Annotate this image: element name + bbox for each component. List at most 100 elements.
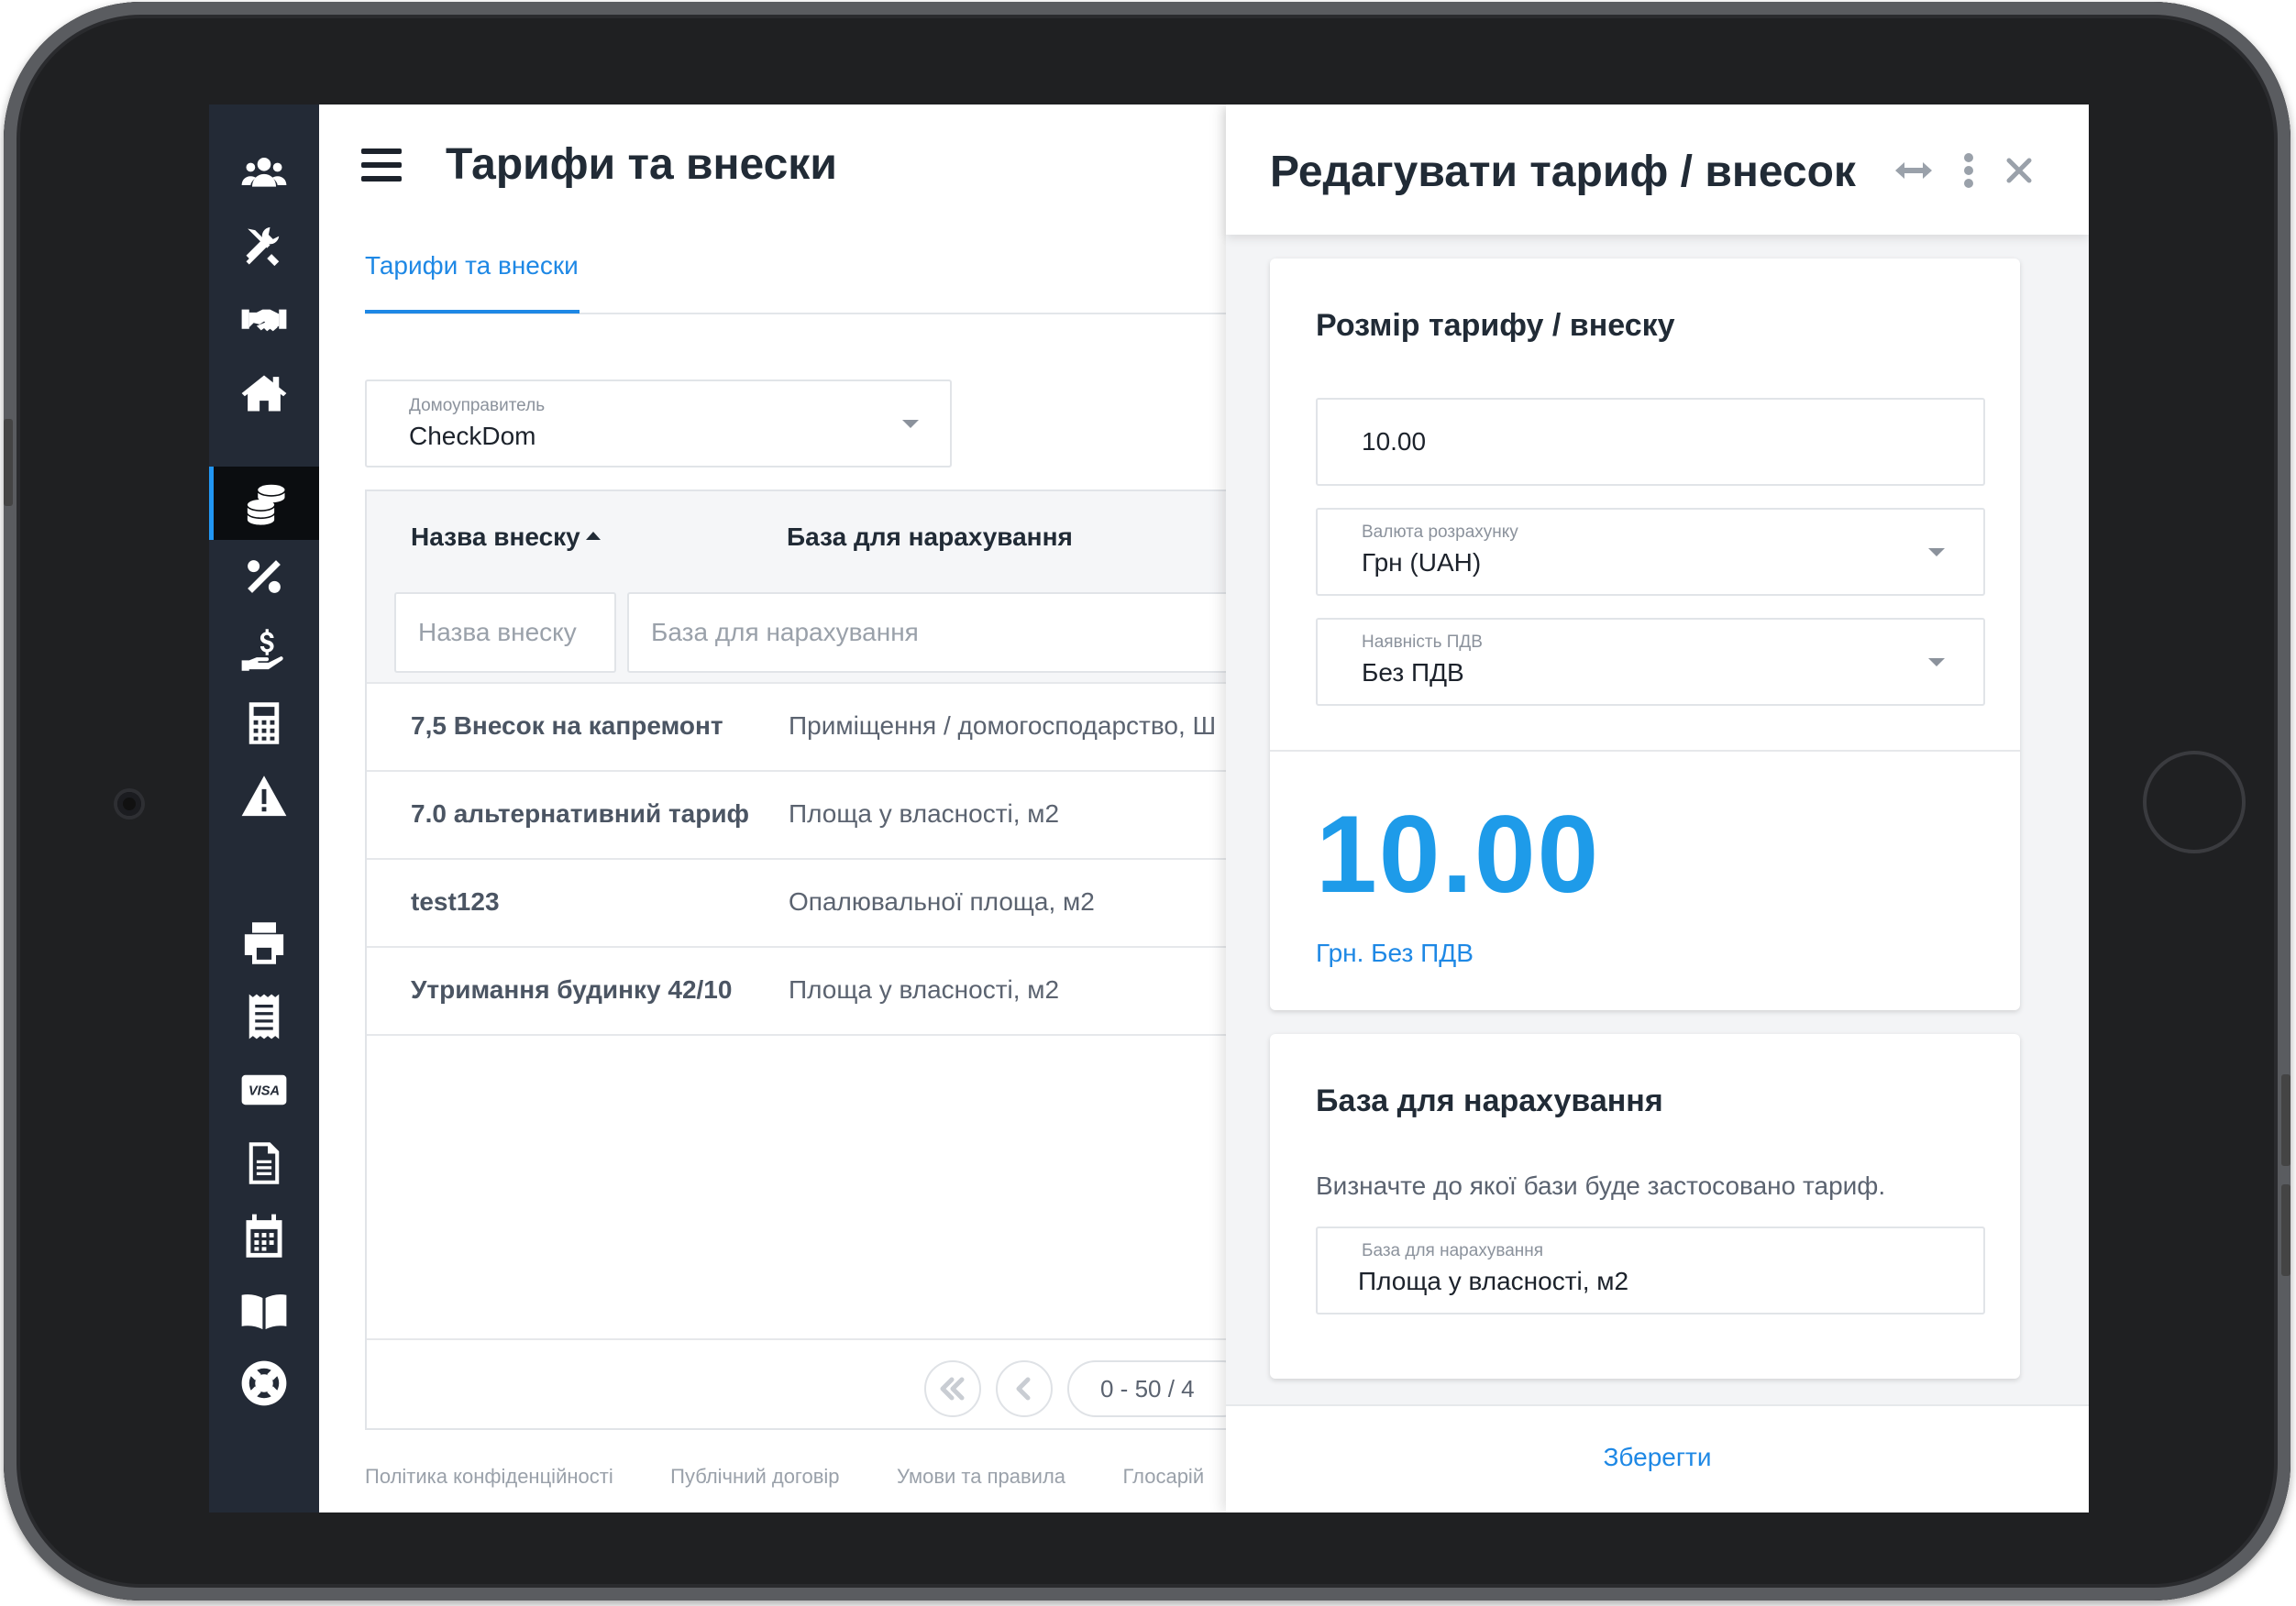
sidebar-item-receipts[interactable]: [209, 980, 319, 1053]
document-icon: [248, 1142, 280, 1184]
chevron-down-icon: [902, 420, 919, 428]
footer-links: Політика конфіденційності Публічний дого…: [365, 1465, 1257, 1489]
sidebar-item-tools[interactable]: [209, 210, 319, 283]
cell-name: test123: [411, 887, 500, 916]
tablet-volume-down-button: [2281, 1184, 2290, 1276]
tools-icon: [246, 226, 280, 267]
currency-select-label: Валюта розрахунку: [1362, 522, 1518, 542]
sidebar-item-calculator[interactable]: [209, 687, 319, 760]
cell-name: 7.0 альтернативний тариф: [411, 799, 750, 828]
tariff-amount-input[interactable]: [1316, 398, 1985, 486]
sidebar-item-calendar[interactable]: [209, 1200, 319, 1273]
billing-base-title: База для нарахування: [1316, 1084, 1663, 1118]
users-icon: [241, 157, 287, 187]
sidebar-item-handbook[interactable]: [209, 1273, 319, 1347]
save-button[interactable]: Зберегти: [1226, 1443, 2089, 1472]
coins-icon: [247, 484, 284, 525]
sidebar-item-payments[interactable]: [209, 613, 319, 687]
chevron-down-icon: [1928, 658, 1945, 666]
vat-select[interactable]: Наявність ПДВ Без ПДВ: [1316, 618, 1985, 706]
table-header: Назва внеску База для нарахування: [367, 491, 1238, 583]
table-row[interactable]: 7,5 Внесок на капремонт Приміщення / дом…: [367, 684, 1238, 772]
column-header-name[interactable]: Назва внеску: [411, 522, 601, 552]
chevron-down-icon: [1928, 548, 1945, 556]
vat-select-value: Без ПДВ: [1362, 658, 1464, 687]
more-options-button[interactable]: [1959, 152, 1978, 189]
sidebar-item-print[interactable]: [209, 907, 319, 980]
table-row[interactable]: Утримання будинку 42/10 Площа у власност…: [367, 948, 1238, 1036]
main-content: Тарифи та внески Тарифи та внески Домоуп…: [319, 104, 1269, 1512]
sidebar-item-users[interactable]: [209, 137, 319, 210]
receipt-icon: [248, 994, 280, 1040]
currency-select[interactable]: Валюта розрахунку Грн (UAH): [1316, 508, 1985, 596]
handshake-icon: [241, 309, 287, 332]
tablet-frame: VISA Тарифи та внески Тарифи та внески Д…: [4, 2, 2290, 1600]
sidebar: VISA: [209, 104, 319, 1512]
tablet-camera: [117, 792, 141, 816]
svg-text:VISA: VISA: [248, 1084, 280, 1099]
cell-name: 7,5 Внесок на капремонт: [411, 711, 723, 740]
sidebar-item-card-payments[interactable]: VISA: [209, 1053, 319, 1127]
home-icon: [241, 375, 287, 412]
sidebar-item-alerts[interactable]: [209, 760, 319, 833]
tab-active-indicator: [365, 310, 580, 314]
sidebar-item-houses[interactable]: [209, 357, 319, 430]
sidebar-item-tariffs[interactable]: [209, 467, 319, 540]
tariff-amount-summary: Грн. Без ПДВ: [1316, 939, 1474, 967]
chevron-left-icon: [1016, 1377, 1031, 1401]
manager-select-label: Домоуправитель: [409, 396, 546, 415]
table-row[interactable]: 7.0 альтернативний тариф Площа у власнос…: [367, 772, 1238, 860]
tablet-home-button[interactable]: [2143, 751, 2246, 853]
pagination-info: 0 - 50 / 4: [1067, 1360, 1251, 1417]
arrows-horizontal-icon: [1895, 162, 1932, 179]
double-chevron-left-icon: [940, 1377, 965, 1401]
tablet-volume-up-button: [2281, 1074, 2290, 1166]
public-contract-link[interactable]: Публічний договір: [670, 1465, 839, 1488]
sidebar-item-support[interactable]: [209, 1347, 319, 1420]
tariff-amount-display: 10.00: [1316, 793, 1601, 916]
filter-base-input[interactable]: [627, 592, 1269, 673]
expand-width-button[interactable]: [1893, 152, 1934, 189]
close-icon: [2006, 158, 2032, 183]
manager-select[interactable]: Домоуправитель CheckDom: [365, 380, 952, 468]
sidebar-item-partners[interactable]: [209, 283, 319, 357]
billing-base-field-value: Площа у власності, м2: [1358, 1267, 1629, 1295]
lifebuoy-icon: [241, 1360, 287, 1406]
currency-select-value: Грн (UAH): [1362, 548, 1482, 577]
vat-select-label: Наявність ПДВ: [1362, 632, 1483, 652]
privacy-policy-link[interactable]: Політика конфіденційності: [365, 1465, 613, 1488]
more-vertical-icon: [1964, 153, 1973, 188]
terms-link[interactable]: Умови та правила: [897, 1465, 1065, 1488]
tariff-amount-title: Розмір тарифу / внеску: [1316, 308, 1675, 343]
panel-footer: Зберегти: [1226, 1404, 2089, 1512]
filter-row: [367, 583, 1269, 684]
screen: VISA Тарифи та внески Тарифи та внески Д…: [209, 104, 2089, 1512]
sort-asc-icon: [585, 532, 601, 541]
glossary-link[interactable]: Глосарій: [1122, 1465, 1204, 1488]
cell-base: Опалювальної площа, м2: [789, 887, 1095, 916]
sidebar-item-documents[interactable]: [209, 1127, 319, 1200]
tab-tariffs[interactable]: Тарифи та внески: [365, 251, 579, 280]
hamburger-menu-icon[interactable]: [361, 148, 402, 182]
book-icon: [241, 1294, 287, 1330]
hand-dollar-icon: [241, 629, 283, 671]
close-button[interactable]: [2003, 152, 2035, 189]
calendar-icon: [246, 1214, 282, 1258]
first-page-button[interactable]: [924, 1360, 981, 1417]
edit-tariff-panel: Редагувати тариф / внесок Розмір тарифу …: [1226, 104, 2089, 1512]
calculator-icon: [248, 702, 280, 744]
billing-base-field[interactable]: База для нарахування Площа у власності, …: [1316, 1226, 1985, 1314]
billing-base-field-label: База для нарахування: [1362, 1241, 1544, 1260]
card-divider: [1270, 750, 2020, 752]
tariffs-table: Назва внеску База для нарахування 7,5 Вн…: [365, 490, 1269, 1430]
page-title: Тарифи та внески: [446, 140, 837, 189]
visa-card-icon: VISA: [241, 1074, 287, 1106]
filter-name-input[interactable]: [394, 592, 616, 673]
tariff-amount-card: Розмір тарифу / внеску Валюта розрахунку…: [1270, 258, 2020, 1010]
prev-page-button[interactable]: [996, 1360, 1053, 1417]
sidebar-item-discounts[interactable]: [209, 540, 319, 613]
column-header-base[interactable]: База для нарахування: [787, 522, 1073, 552]
cell-base: Приміщення / домогосподарство, Ш: [789, 711, 1217, 740]
table-row[interactable]: test123 Опалювальної площа, м2: [367, 860, 1238, 948]
panel-header: Редагувати тариф / внесок: [1226, 104, 2089, 235]
